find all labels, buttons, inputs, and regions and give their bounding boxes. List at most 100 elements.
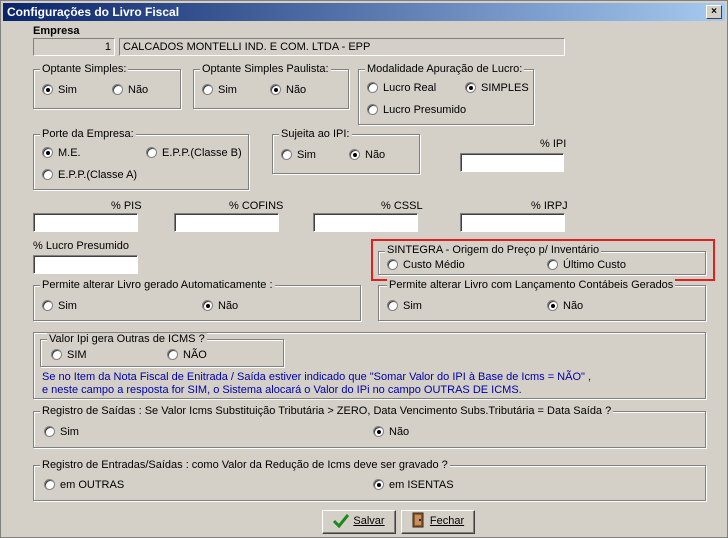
registro-entradas-group: Registro de Entradas/Saídas : como Valor… bbox=[33, 459, 706, 501]
radio-label: Lucro Real bbox=[383, 82, 437, 94]
registro-saidas-nao[interactable]: Não bbox=[373, 426, 409, 439]
modalidade-legend: Modalidade Apuração de Lucro: bbox=[365, 63, 525, 75]
ipi-label: % IPI bbox=[540, 138, 567, 150]
radio-label: Não bbox=[218, 300, 239, 312]
valor-ipi-group: Valor Ipi gera Outras de ICMS ? SIM NÃO bbox=[40, 333, 284, 367]
radio-label: NÃO bbox=[183, 349, 207, 361]
radio-label: Sim bbox=[58, 84, 77, 96]
porte-group: Porte da Empresa: M.E. E.P.P.(Classe B) … bbox=[33, 128, 249, 190]
modalidade-lucro-presumido[interactable]: Lucro Presumido bbox=[367, 104, 466, 117]
radio-icon bbox=[270, 84, 281, 95]
radio-label: em OUTRAS bbox=[60, 479, 125, 491]
sintegra-ultimo-custo[interactable]: Último Custo bbox=[547, 259, 626, 272]
optante-simples-paulista-group: Optante Simples Paulista: Sim Não bbox=[193, 63, 349, 109]
optante-simples-legend: Optante Simples: bbox=[40, 63, 129, 75]
radio-label: Sim bbox=[60, 426, 79, 438]
livro-contabeis-sim[interactable]: Sim bbox=[387, 300, 422, 313]
modalidade-simples[interactable]: SIMPLES bbox=[465, 82, 529, 95]
radio-label: SIM bbox=[67, 349, 87, 361]
registro-saidas-sim[interactable]: Sim bbox=[44, 426, 79, 439]
livro-auto-group: Permite alterar Livro gerado Automaticam… bbox=[33, 279, 361, 321]
radio-icon bbox=[112, 84, 123, 95]
close-icon[interactable]: × bbox=[706, 5, 722, 19]
livro-auto-sim[interactable]: Sim bbox=[42, 300, 77, 313]
radio-label: Lucro Presumido bbox=[383, 104, 467, 116]
modalidade-group: Modalidade Apuração de Lucro: Lucro Real… bbox=[358, 63, 534, 125]
sujeita-ipi-group: Sujeita ao IPI: Sim Não bbox=[272, 128, 420, 174]
radio-icon bbox=[42, 84, 53, 95]
radio-icon bbox=[367, 104, 378, 115]
valor-ipi-note-line2: e neste campo a resposta for SIM, o Sist… bbox=[42, 384, 522, 396]
optante-simples-paulista-legend: Optante Simples Paulista: bbox=[200, 63, 331, 75]
empresa-name-field: CALCADOS MONTELLI IND. E COM. LTDA - EPP bbox=[119, 38, 565, 56]
empresa-label: Empresa bbox=[33, 25, 80, 37]
close-button[interactable]: Fechar bbox=[401, 510, 475, 534]
sintegra-group: SINTEGRA - Origem do Preço p/ Inventário… bbox=[378, 244, 706, 275]
radio-label: SIMPLES bbox=[481, 82, 529, 94]
ipi-input[interactable] bbox=[460, 153, 564, 172]
radio-label: Custo Médio bbox=[403, 259, 465, 271]
radio-icon bbox=[349, 149, 360, 160]
radio-label: Não bbox=[286, 84, 307, 96]
registro-saidas-legend: Registro de Saídas : Se Valor Icms Subst… bbox=[40, 405, 614, 417]
livro-contabeis-nao[interactable]: Não bbox=[547, 300, 583, 313]
registro-entradas-outras[interactable]: em OUTRAS bbox=[44, 479, 124, 492]
cofins-input[interactable] bbox=[174, 213, 279, 232]
check-icon bbox=[333, 514, 350, 529]
lucro-presumido-label: % Lucro Presumido bbox=[33, 240, 129, 252]
optante-simples-group: Optante Simples: Sim Não bbox=[33, 63, 181, 109]
radio-icon bbox=[202, 84, 213, 95]
title-bar: Configurações do Livro Fiscal × bbox=[3, 3, 725, 21]
porte-epp-b[interactable]: E.P.P.(Classe B) bbox=[146, 147, 242, 160]
radio-icon bbox=[281, 149, 292, 160]
sintegra-custo-medio[interactable]: Custo Médio bbox=[387, 259, 465, 272]
valor-ipi-nao[interactable]: NÃO bbox=[167, 349, 207, 362]
save-button[interactable]: Salvar bbox=[322, 510, 396, 534]
radio-label: Não bbox=[365, 149, 386, 161]
sujeita-ipi-sim[interactable]: Sim bbox=[281, 149, 316, 162]
radio-icon bbox=[373, 479, 384, 490]
livro-auto-legend: Permite alterar Livro gerado Automaticam… bbox=[40, 279, 275, 291]
valor-ipi-sim[interactable]: SIM bbox=[51, 349, 87, 362]
irpj-input[interactable] bbox=[460, 213, 565, 232]
optante-paulista-sim[interactable]: Sim bbox=[202, 84, 237, 97]
optante-paulista-nao[interactable]: Não bbox=[270, 84, 306, 97]
cssl-label: % CSSL bbox=[381, 200, 423, 212]
radio-icon bbox=[387, 259, 398, 270]
radio-icon bbox=[44, 426, 55, 437]
sujeita-ipi-nao[interactable]: Não bbox=[349, 149, 385, 162]
radio-icon bbox=[42, 147, 53, 158]
radio-label: Sim bbox=[403, 300, 422, 312]
pis-input[interactable] bbox=[33, 213, 138, 232]
radio-icon bbox=[547, 259, 558, 270]
radio-icon bbox=[202, 300, 213, 311]
cofins-label: % COFINS bbox=[229, 200, 284, 212]
lucro-presumido-input[interactable] bbox=[33, 255, 138, 274]
optante-simples-nao[interactable]: Não bbox=[112, 84, 148, 97]
radio-icon bbox=[146, 147, 157, 158]
porte-epp-a[interactable]: E.P.P.(Classe A) bbox=[42, 169, 137, 182]
radio-icon bbox=[167, 349, 178, 360]
radio-icon bbox=[547, 300, 558, 311]
radio-label: em ISENTAS bbox=[389, 479, 454, 491]
valor-ipi-legend: Valor Ipi gera Outras de ICMS ? bbox=[47, 333, 207, 345]
cssl-input[interactable] bbox=[313, 213, 418, 232]
livro-contabeis-group: Permite alterar Livro com Lançamento Con… bbox=[378, 279, 706, 321]
radio-icon bbox=[387, 300, 398, 311]
livro-auto-nao[interactable]: Não bbox=[202, 300, 238, 313]
dialog-window: Configurações do Livro Fiscal × Empresa … bbox=[0, 0, 728, 538]
modalidade-lucro-real[interactable]: Lucro Real bbox=[367, 82, 436, 95]
optante-simples-sim[interactable]: Sim bbox=[42, 84, 77, 97]
porte-me[interactable]: M.E. bbox=[42, 147, 81, 160]
empresa-code-field: 1 bbox=[33, 38, 115, 56]
radio-icon bbox=[42, 300, 53, 311]
registro-entradas-isentas[interactable]: em ISENTAS bbox=[373, 479, 454, 492]
radio-label: Sim bbox=[218, 84, 237, 96]
registro-saidas-group: Registro de Saídas : Se Valor Icms Subst… bbox=[33, 405, 706, 448]
radio-label: Sim bbox=[297, 149, 316, 161]
livro-contabeis-legend: Permite alterar Livro com Lançamento Con… bbox=[387, 279, 676, 291]
radio-label: M.E. bbox=[58, 147, 81, 159]
radio-icon bbox=[373, 426, 384, 437]
close-label: Fechar bbox=[429, 515, 465, 527]
radio-icon bbox=[44, 479, 55, 490]
